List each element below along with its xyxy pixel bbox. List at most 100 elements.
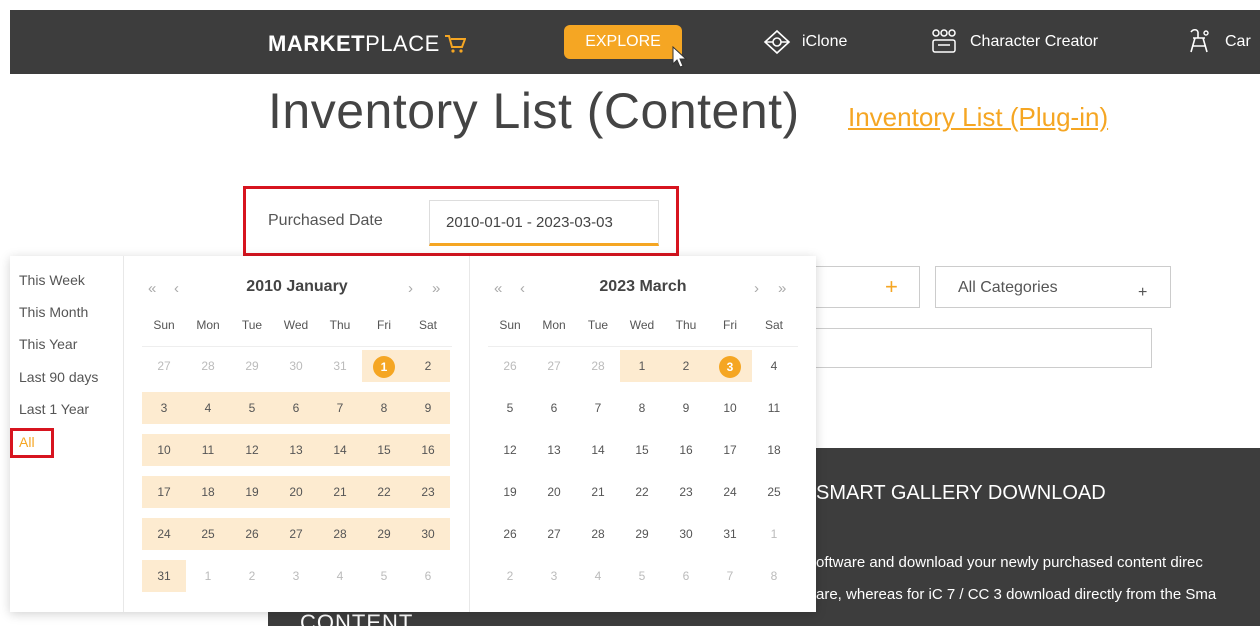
calendar-day[interactable]: 9	[664, 392, 708, 424]
calendar-day[interactable]: 19	[230, 476, 274, 508]
category-filter-select[interactable]: All Categories +	[935, 266, 1171, 308]
calendar-day[interactable]: 14	[576, 434, 620, 466]
calendar-day[interactable]: 18	[752, 434, 796, 466]
calendar-day[interactable]: 23	[664, 476, 708, 508]
calendar-day[interactable]: 29	[230, 350, 274, 382]
calendar-day[interactable]: 24	[142, 518, 186, 550]
calendar-day[interactable]: 6	[406, 560, 450, 592]
calendar-day[interactable]: 26	[230, 518, 274, 550]
calendar-day[interactable]: 10	[142, 434, 186, 466]
calendar-day[interactable]: 2	[406, 350, 450, 382]
type-filter-select[interactable]: +	[812, 266, 920, 308]
calendar-day[interactable]: 31	[142, 560, 186, 592]
calendar-day[interactable]: 20	[532, 476, 576, 508]
next-year-arrow[interactable]: »	[778, 280, 786, 297]
calendar-day[interactable]: 27	[274, 518, 318, 550]
calendar-day[interactable]: 31	[708, 518, 752, 550]
calendar-day[interactable]: 15	[362, 434, 406, 466]
calendar-day[interactable]: 8	[362, 392, 406, 424]
calendar-day[interactable]: 13	[532, 434, 576, 466]
calendar-day[interactable]: 4	[752, 350, 796, 382]
calendar-day[interactable]: 1	[620, 350, 664, 382]
calendar-day[interactable]: 1	[752, 518, 796, 550]
calendar-day[interactable]: 20	[274, 476, 318, 508]
calendar-day[interactable]: 5	[362, 560, 406, 592]
calendar-day[interactable]: 10	[708, 392, 752, 424]
calendar-day[interactable]: 7	[318, 392, 362, 424]
calendar-day[interactable]: 7	[708, 560, 752, 592]
calendar-day[interactable]: 29	[362, 518, 406, 550]
calendar-day[interactable]: 21	[576, 476, 620, 508]
calendar-day[interactable]: 13	[274, 434, 318, 466]
calendar-day[interactable]: 6	[532, 392, 576, 424]
calendar-day[interactable]: 11	[752, 392, 796, 424]
calendar-day[interactable]: 29	[620, 518, 664, 550]
calendar-day[interactable]: 27	[142, 350, 186, 382]
nav-item-cartoon-animator[interactable]: Car	[1185, 28, 1251, 56]
nav-item-iclone[interactable]: iClone	[762, 28, 847, 56]
calendar-day[interactable]: 5	[230, 392, 274, 424]
calendar-day[interactable]: 12	[230, 434, 274, 466]
calendar-day[interactable]: 7	[576, 392, 620, 424]
calendar-day[interactable]: 28	[576, 350, 620, 382]
calendar-day[interactable]: 12	[488, 434, 532, 466]
calendar-day[interactable]: 4	[318, 560, 362, 592]
next-year-arrow[interactable]: »	[432, 280, 440, 297]
calendar-day[interactable]: 23	[406, 476, 450, 508]
quick-range-last-90-days[interactable]: Last 90 days	[19, 369, 98, 385]
calendar-day[interactable]: 16	[664, 434, 708, 466]
calendar-day[interactable]: 6	[274, 392, 318, 424]
calendar-day[interactable]: 27	[532, 350, 576, 382]
search-input[interactable]	[812, 328, 1152, 368]
calendar-day[interactable]: 16	[406, 434, 450, 466]
calendar-day[interactable]: 27	[532, 518, 576, 550]
calendar-day[interactable]: 3	[708, 350, 752, 382]
calendar-day[interactable]: 2	[230, 560, 274, 592]
calendar-day[interactable]: 15	[620, 434, 664, 466]
calendar-day[interactable]: 2	[488, 560, 532, 592]
calendar-day[interactable]: 25	[752, 476, 796, 508]
next-month-arrow[interactable]: ›	[754, 280, 759, 297]
quick-range-this-month[interactable]: This Month	[19, 304, 88, 320]
purchased-date-range-input[interactable]: 2010-01-01 - 2023-03-03	[429, 200, 659, 246]
calendar-day[interactable]: 26	[488, 350, 532, 382]
calendar-day[interactable]: 24	[708, 476, 752, 508]
calendar-day[interactable]: 26	[488, 518, 532, 550]
explore-button[interactable]: EXPLORE	[564, 25, 682, 59]
calendar-day[interactable]: 21	[318, 476, 362, 508]
calendar-day[interactable]: 3	[274, 560, 318, 592]
calendar-day[interactable]: 8	[620, 392, 664, 424]
calendar-day[interactable]: 6	[664, 560, 708, 592]
calendar-day[interactable]: 28	[318, 518, 362, 550]
quick-range-last-1-year[interactable]: Last 1 Year	[19, 401, 89, 417]
calendar-day[interactable]: 22	[620, 476, 664, 508]
calendar-day[interactable]: 4	[576, 560, 620, 592]
quick-range-this-week[interactable]: This Week	[19, 272, 85, 288]
next-month-arrow[interactable]: ›	[408, 280, 413, 297]
calendar-day[interactable]: 19	[488, 476, 532, 508]
calendar-day[interactable]: 9	[406, 392, 450, 424]
inventory-plugin-link[interactable]: Inventory List (Plug-in)	[848, 102, 1108, 133]
calendar-day[interactable]: 14	[318, 434, 362, 466]
calendar-day[interactable]: 1	[186, 560, 230, 592]
calendar-day[interactable]: 17	[708, 434, 752, 466]
calendar-day[interactable]: 4	[186, 392, 230, 424]
marketplace-logo[interactable]: MARKETPLACE	[268, 31, 467, 60]
nav-item-character-creator[interactable]: Character Creator	[928, 28, 1098, 56]
calendar-day[interactable]: 22	[362, 476, 406, 508]
calendar-day[interactable]: 28	[576, 518, 620, 550]
calendar-day[interactable]: 18	[186, 476, 230, 508]
calendar-day[interactable]: 30	[274, 350, 318, 382]
calendar-day[interactable]: 30	[664, 518, 708, 550]
quick-range-this-year[interactable]: This Year	[19, 336, 77, 352]
calendar-day[interactable]: 2	[664, 350, 708, 382]
calendar-day[interactable]: 11	[186, 434, 230, 466]
calendar-day[interactable]: 17	[142, 476, 186, 508]
calendar-day[interactable]: 25	[186, 518, 230, 550]
calendar-day[interactable]: 5	[620, 560, 664, 592]
calendar-day[interactable]: 3	[142, 392, 186, 424]
calendar-day[interactable]: 8	[752, 560, 796, 592]
calendar-day[interactable]: 28	[186, 350, 230, 382]
calendar-day[interactable]: 5	[488, 392, 532, 424]
calendar-day[interactable]: 3	[532, 560, 576, 592]
